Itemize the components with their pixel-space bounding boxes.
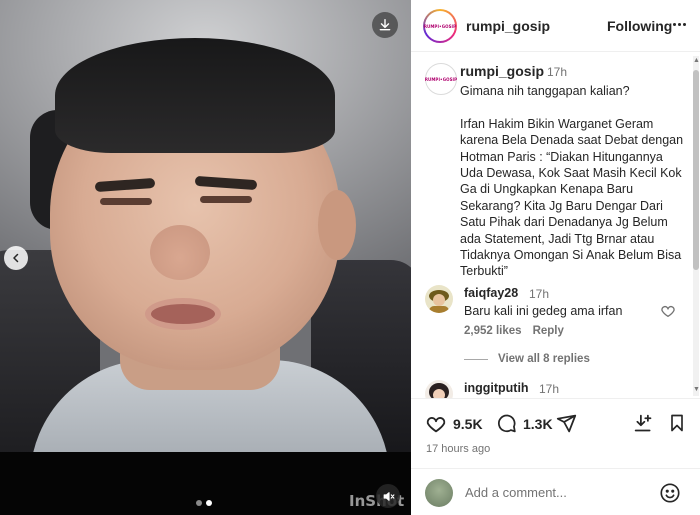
commenter-avatar-image [425, 380, 453, 398]
commenter-username[interactable]: inggitputih [464, 381, 529, 395]
person-mouth [145, 298, 221, 330]
mute-button[interactable] [376, 484, 400, 508]
post-time-ago[interactable]: 17 hours ago [426, 443, 490, 455]
scroll-down-arrow-icon[interactable]: ▼ [693, 386, 700, 393]
person-nose [150, 225, 210, 280]
commenter-username[interactable]: faiqfay28 [464, 286, 518, 300]
speaker-muted-icon [383, 491, 394, 501]
author-avatar-logo: RUMPI•GOSIP [423, 23, 457, 29]
reply-button[interactable]: Reply [533, 325, 564, 337]
more-dot [682, 22, 686, 26]
comment-input[interactable] [465, 485, 655, 500]
previous-slide-button[interactable] [4, 246, 28, 270]
author-avatar-image: RUMPI•GOSIP [423, 11, 457, 41]
author-username[interactable]: rumpi_gosip [466, 18, 550, 34]
comment-time: 17h [529, 287, 550, 301]
download-icon [379, 19, 391, 31]
person-hair [55, 38, 335, 153]
caption-time: 17h [547, 65, 568, 79]
scrollbar-thumb[interactable] [693, 70, 699, 270]
post-details-panel: RUMPI•GOSIP rumpi_gosip Following RUMPI•… [411, 0, 700, 515]
comment-time: 17h [539, 382, 560, 396]
carousel-indicator [196, 500, 212, 506]
scroll-up-arrow-icon[interactable]: ▲ [693, 57, 700, 64]
comments-list[interactable]: RUMPI•GOSIP rumpi_gosip 17h Gimana nih t… [411, 53, 700, 398]
comment-text: Baru kali ini gedeg ama irfan [464, 304, 623, 318]
caption-text: Gimana nih tanggapan kalian? Irfan Hakim… [460, 84, 684, 279]
comment-likes[interactable]: 2,952 likes [464, 325, 522, 337]
more-options-button[interactable] [668, 14, 690, 34]
caption-avatar[interactable]: RUMPI•GOSIP [425, 63, 457, 95]
send-icon [556, 414, 577, 433]
carousel-dot-active [206, 500, 212, 506]
post-actions: 9.5K 1.3K 17 hours ago [411, 398, 700, 468]
commenter-avatar-image [425, 285, 453, 313]
bookmark-icon [671, 414, 683, 432]
carousel-dot [196, 500, 202, 506]
comments-scrollbar[interactable]: ▲ ▼ [691, 56, 700, 396]
comment-count: 1.3K [523, 415, 553, 432]
current-user-avatar[interactable] [425, 479, 453, 507]
heart-icon [426, 417, 446, 433]
following-button[interactable]: Following [607, 18, 672, 34]
like-button[interactable]: 9.5K [425, 413, 483, 435]
remix-button[interactable] [633, 413, 654, 434]
add-comment-bar [411, 468, 700, 515]
share-button[interactable] [556, 413, 577, 434]
like-count: 9.5K [453, 416, 483, 432]
view-replies-button[interactable]: View all 8 replies [464, 353, 590, 365]
view-replies-line [464, 358, 488, 360]
commenter-avatar[interactable] [425, 285, 453, 313]
remix-download-icon [634, 414, 652, 432]
commenter-avatar[interactable] [425, 380, 453, 398]
heart-icon[interactable] [660, 303, 676, 319]
post-header: RUMPI•GOSIP rumpi_gosip Following [411, 0, 700, 52]
person-eye-left [100, 198, 152, 205]
caption-username[interactable]: rumpi_gosip [460, 63, 544, 79]
emoji-icon[interactable] [659, 482, 681, 504]
comment-bubble-icon [498, 414, 516, 433]
comment-button[interactable]: 1.3K [496, 413, 553, 434]
more-dot [677, 22, 681, 26]
post-media[interactable]: InShot [0, 0, 411, 515]
save-button[interactable] [667, 413, 687, 433]
comment-meta: 2,952 likes Reply [464, 325, 564, 337]
video-frame[interactable] [0, 0, 411, 452]
download-button[interactable] [372, 12, 398, 38]
caption-avatar-logo: RUMPI•GOSIP [424, 76, 458, 82]
more-horizontal-icon [672, 22, 676, 26]
chevron-left-icon [13, 253, 19, 263]
author-avatar[interactable]: RUMPI•GOSIP [423, 9, 457, 43]
person-ear [318, 190, 356, 260]
person-eye-right [200, 196, 252, 203]
view-replies-label: View all 8 replies [498, 353, 590, 365]
